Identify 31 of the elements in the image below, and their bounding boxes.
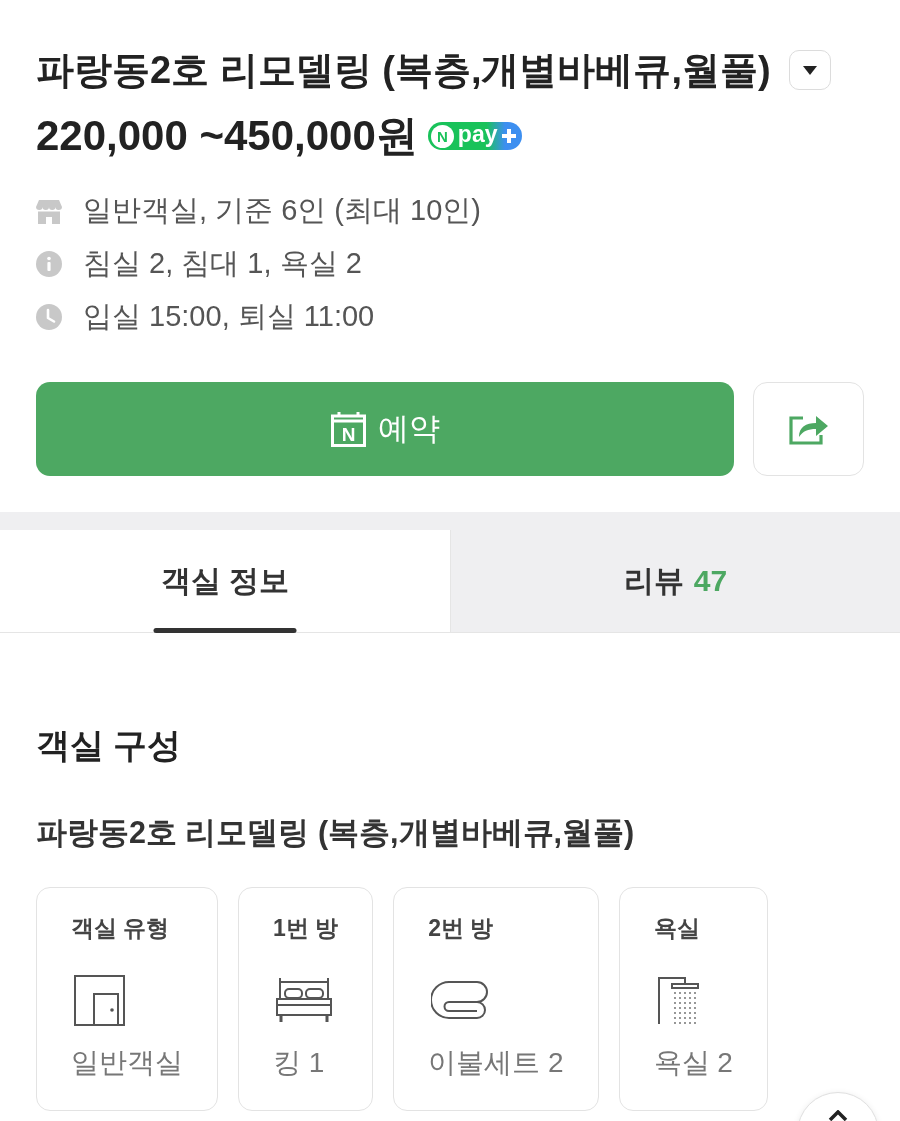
chevron-up-icon — [828, 1110, 848, 1121]
feature-label: 2번 방 — [428, 914, 494, 942]
feature-value: 이불세트 2 — [428, 1046, 564, 1080]
share-icon — [788, 413, 829, 445]
feature-label: 1번 방 — [273, 914, 339, 942]
plus-icon — [501, 128, 518, 144]
room-name: 파랑동2호 리모델링 (복층,개별바베큐,월풀) — [36, 814, 636, 851]
feature-value: 일반객실 — [71, 1046, 183, 1080]
detail-text: 일반객실, 기준 6인 (최대 10인) — [83, 192, 481, 228]
room-title: 파랑동2호 리모델링 (복층,개별바베큐,월풀) — [36, 48, 771, 93]
storefront-icon — [36, 197, 62, 224]
clock-icon — [36, 303, 62, 330]
section-heading: 객실 구성 — [36, 725, 183, 766]
pay-logo-mark: N — [430, 124, 454, 148]
price-range: 220,000 ~450,000원 — [36, 112, 418, 160]
pay-text: pay — [457, 122, 498, 146]
feature-label: 객실 유형 — [71, 914, 170, 942]
info-icon — [36, 250, 62, 277]
dropdown-button[interactable] — [788, 50, 831, 90]
detail-text: 침실 2, 침대 1, 욕실 2 — [83, 245, 362, 281]
feature-label: 욕실 — [653, 914, 700, 942]
feature-value: 욕실 2 — [653, 1046, 733, 1080]
door-icon — [74, 974, 125, 1026]
bed-icon — [276, 977, 332, 1023]
feature-value: 킹 1 — [273, 1046, 325, 1080]
tab[interactable]: 리뷰 47 — [450, 530, 900, 632]
shower-icon — [656, 976, 699, 1024]
caret-down-icon — [802, 65, 817, 75]
share-button[interactable] — [753, 382, 864, 476]
detail-text: 입실 15:00, 퇴실 11:00 — [83, 298, 375, 334]
folded-blanket-icon — [431, 981, 490, 1019]
